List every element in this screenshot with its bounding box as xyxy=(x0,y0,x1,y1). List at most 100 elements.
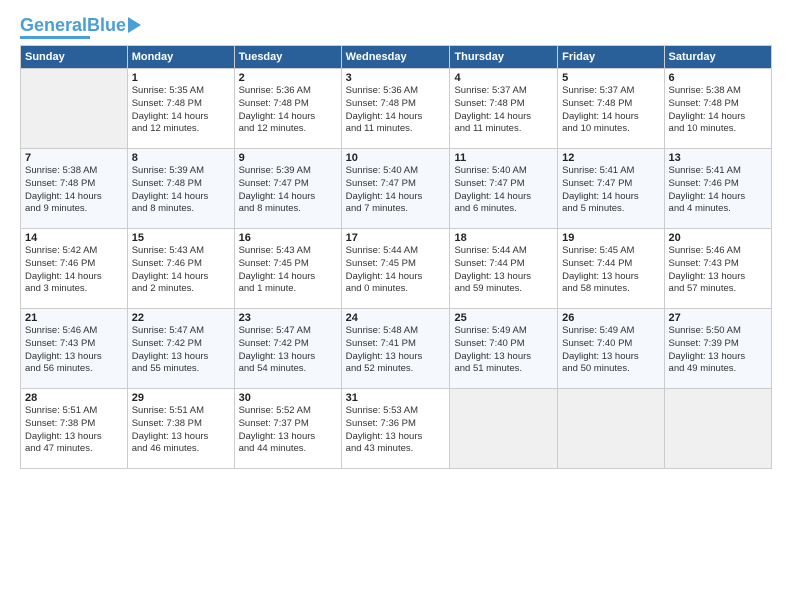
day-cell: 6Sunrise: 5:38 AM Sunset: 7:48 PM Daylig… xyxy=(664,69,771,149)
day-number: 26 xyxy=(562,312,659,324)
day-cell: 15Sunrise: 5:43 AM Sunset: 7:46 PM Dayli… xyxy=(127,229,234,309)
day-number: 16 xyxy=(239,232,337,244)
day-number: 31 xyxy=(346,392,446,404)
logo-text: GeneralBlue xyxy=(20,16,126,34)
day-cell: 31Sunrise: 5:53 AM Sunset: 7:36 PM Dayli… xyxy=(341,389,450,469)
day-cell: 5Sunrise: 5:37 AM Sunset: 7:48 PM Daylig… xyxy=(558,69,664,149)
day-cell: 28Sunrise: 5:51 AM Sunset: 7:38 PM Dayli… xyxy=(21,389,128,469)
day-cell: 18Sunrise: 5:44 AM Sunset: 7:44 PM Dayli… xyxy=(450,229,558,309)
day-cell: 14Sunrise: 5:42 AM Sunset: 7:46 PM Dayli… xyxy=(21,229,128,309)
day-cell: 27Sunrise: 5:50 AM Sunset: 7:39 PM Dayli… xyxy=(664,309,771,389)
logo-general: General xyxy=(20,15,87,35)
day-info: Sunrise: 5:38 AM Sunset: 7:48 PM Dayligh… xyxy=(669,85,767,136)
day-number: 4 xyxy=(454,72,553,84)
day-cell: 10Sunrise: 5:40 AM Sunset: 7:47 PM Dayli… xyxy=(341,149,450,229)
header: GeneralBlue xyxy=(20,16,772,39)
day-info: Sunrise: 5:52 AM Sunset: 7:37 PM Dayligh… xyxy=(239,405,337,456)
day-number: 1 xyxy=(132,72,230,84)
day-cell: 25Sunrise: 5:49 AM Sunset: 7:40 PM Dayli… xyxy=(450,309,558,389)
day-number: 27 xyxy=(669,312,767,324)
col-header-tuesday: Tuesday xyxy=(234,46,341,69)
day-number: 14 xyxy=(25,232,123,244)
day-cell: 7Sunrise: 5:38 AM Sunset: 7:48 PM Daylig… xyxy=(21,149,128,229)
day-number: 13 xyxy=(669,152,767,164)
day-number: 3 xyxy=(346,72,446,84)
day-number: 28 xyxy=(25,392,123,404)
day-number: 18 xyxy=(454,232,553,244)
day-info: Sunrise: 5:43 AM Sunset: 7:45 PM Dayligh… xyxy=(239,245,337,296)
col-header-monday: Monday xyxy=(127,46,234,69)
day-info: Sunrise: 5:39 AM Sunset: 7:47 PM Dayligh… xyxy=(239,165,337,216)
logo-arrow-icon xyxy=(128,17,141,33)
day-number: 2 xyxy=(239,72,337,84)
day-number: 8 xyxy=(132,152,230,164)
day-info: Sunrise: 5:44 AM Sunset: 7:45 PM Dayligh… xyxy=(346,245,446,296)
day-info: Sunrise: 5:37 AM Sunset: 7:48 PM Dayligh… xyxy=(454,85,553,136)
day-number: 12 xyxy=(562,152,659,164)
day-number: 24 xyxy=(346,312,446,324)
day-cell: 9Sunrise: 5:39 AM Sunset: 7:47 PM Daylig… xyxy=(234,149,341,229)
day-info: Sunrise: 5:45 AM Sunset: 7:44 PM Dayligh… xyxy=(562,245,659,296)
day-number: 22 xyxy=(132,312,230,324)
day-number: 9 xyxy=(239,152,337,164)
day-cell: 12Sunrise: 5:41 AM Sunset: 7:47 PM Dayli… xyxy=(558,149,664,229)
day-info: Sunrise: 5:40 AM Sunset: 7:47 PM Dayligh… xyxy=(346,165,446,216)
day-cell: 29Sunrise: 5:51 AM Sunset: 7:38 PM Dayli… xyxy=(127,389,234,469)
day-number: 5 xyxy=(562,72,659,84)
day-cell xyxy=(450,389,558,469)
day-cell: 1Sunrise: 5:35 AM Sunset: 7:48 PM Daylig… xyxy=(127,69,234,149)
day-info: Sunrise: 5:41 AM Sunset: 7:47 PM Dayligh… xyxy=(562,165,659,216)
day-number: 15 xyxy=(132,232,230,244)
day-info: Sunrise: 5:47 AM Sunset: 7:42 PM Dayligh… xyxy=(239,325,337,376)
day-cell xyxy=(664,389,771,469)
day-number: 19 xyxy=(562,232,659,244)
col-header-sunday: Sunday xyxy=(21,46,128,69)
day-number: 17 xyxy=(346,232,446,244)
day-info: Sunrise: 5:37 AM Sunset: 7:48 PM Dayligh… xyxy=(562,85,659,136)
day-info: Sunrise: 5:35 AM Sunset: 7:48 PM Dayligh… xyxy=(132,85,230,136)
page: GeneralBlue SundayMondayTuesdayWednesday… xyxy=(0,0,792,612)
day-info: Sunrise: 5:49 AM Sunset: 7:40 PM Dayligh… xyxy=(562,325,659,376)
week-row-5: 28Sunrise: 5:51 AM Sunset: 7:38 PM Dayli… xyxy=(21,389,772,469)
day-cell xyxy=(21,69,128,149)
day-info: Sunrise: 5:36 AM Sunset: 7:48 PM Dayligh… xyxy=(346,85,446,136)
col-header-saturday: Saturday xyxy=(664,46,771,69)
calendar-header-row: SundayMondayTuesdayWednesdayThursdayFrid… xyxy=(21,46,772,69)
day-info: Sunrise: 5:51 AM Sunset: 7:38 PM Dayligh… xyxy=(132,405,230,456)
week-row-4: 21Sunrise: 5:46 AM Sunset: 7:43 PM Dayli… xyxy=(21,309,772,389)
day-cell: 24Sunrise: 5:48 AM Sunset: 7:41 PM Dayli… xyxy=(341,309,450,389)
day-info: Sunrise: 5:42 AM Sunset: 7:46 PM Dayligh… xyxy=(25,245,123,296)
day-info: Sunrise: 5:46 AM Sunset: 7:43 PM Dayligh… xyxy=(669,245,767,296)
day-cell: 30Sunrise: 5:52 AM Sunset: 7:37 PM Dayli… xyxy=(234,389,341,469)
week-row-1: 1Sunrise: 5:35 AM Sunset: 7:48 PM Daylig… xyxy=(21,69,772,149)
day-cell: 23Sunrise: 5:47 AM Sunset: 7:42 PM Dayli… xyxy=(234,309,341,389)
day-number: 30 xyxy=(239,392,337,404)
day-number: 23 xyxy=(239,312,337,324)
day-cell: 3Sunrise: 5:36 AM Sunset: 7:48 PM Daylig… xyxy=(341,69,450,149)
day-cell: 11Sunrise: 5:40 AM Sunset: 7:47 PM Dayli… xyxy=(450,149,558,229)
day-info: Sunrise: 5:47 AM Sunset: 7:42 PM Dayligh… xyxy=(132,325,230,376)
day-info: Sunrise: 5:51 AM Sunset: 7:38 PM Dayligh… xyxy=(25,405,123,456)
day-cell: 4Sunrise: 5:37 AM Sunset: 7:48 PM Daylig… xyxy=(450,69,558,149)
col-header-thursday: Thursday xyxy=(450,46,558,69)
day-cell: 22Sunrise: 5:47 AM Sunset: 7:42 PM Dayli… xyxy=(127,309,234,389)
day-number: 10 xyxy=(346,152,446,164)
logo-line xyxy=(20,36,90,39)
day-number: 20 xyxy=(669,232,767,244)
day-cell: 13Sunrise: 5:41 AM Sunset: 7:46 PM Dayli… xyxy=(664,149,771,229)
day-info: Sunrise: 5:43 AM Sunset: 7:46 PM Dayligh… xyxy=(132,245,230,296)
day-number: 21 xyxy=(25,312,123,324)
day-cell: 8Sunrise: 5:39 AM Sunset: 7:48 PM Daylig… xyxy=(127,149,234,229)
week-row-2: 7Sunrise: 5:38 AM Sunset: 7:48 PM Daylig… xyxy=(21,149,772,229)
calendar-table: SundayMondayTuesdayWednesdayThursdayFrid… xyxy=(20,45,772,469)
day-info: Sunrise: 5:41 AM Sunset: 7:46 PM Dayligh… xyxy=(669,165,767,216)
day-number: 7 xyxy=(25,152,123,164)
logo: GeneralBlue xyxy=(20,16,141,39)
col-header-wednesday: Wednesday xyxy=(341,46,450,69)
day-cell: 26Sunrise: 5:49 AM Sunset: 7:40 PM Dayli… xyxy=(558,309,664,389)
day-number: 6 xyxy=(669,72,767,84)
day-cell: 21Sunrise: 5:46 AM Sunset: 7:43 PM Dayli… xyxy=(21,309,128,389)
day-cell xyxy=(558,389,664,469)
day-info: Sunrise: 5:39 AM Sunset: 7:48 PM Dayligh… xyxy=(132,165,230,216)
day-cell: 20Sunrise: 5:46 AM Sunset: 7:43 PM Dayli… xyxy=(664,229,771,309)
